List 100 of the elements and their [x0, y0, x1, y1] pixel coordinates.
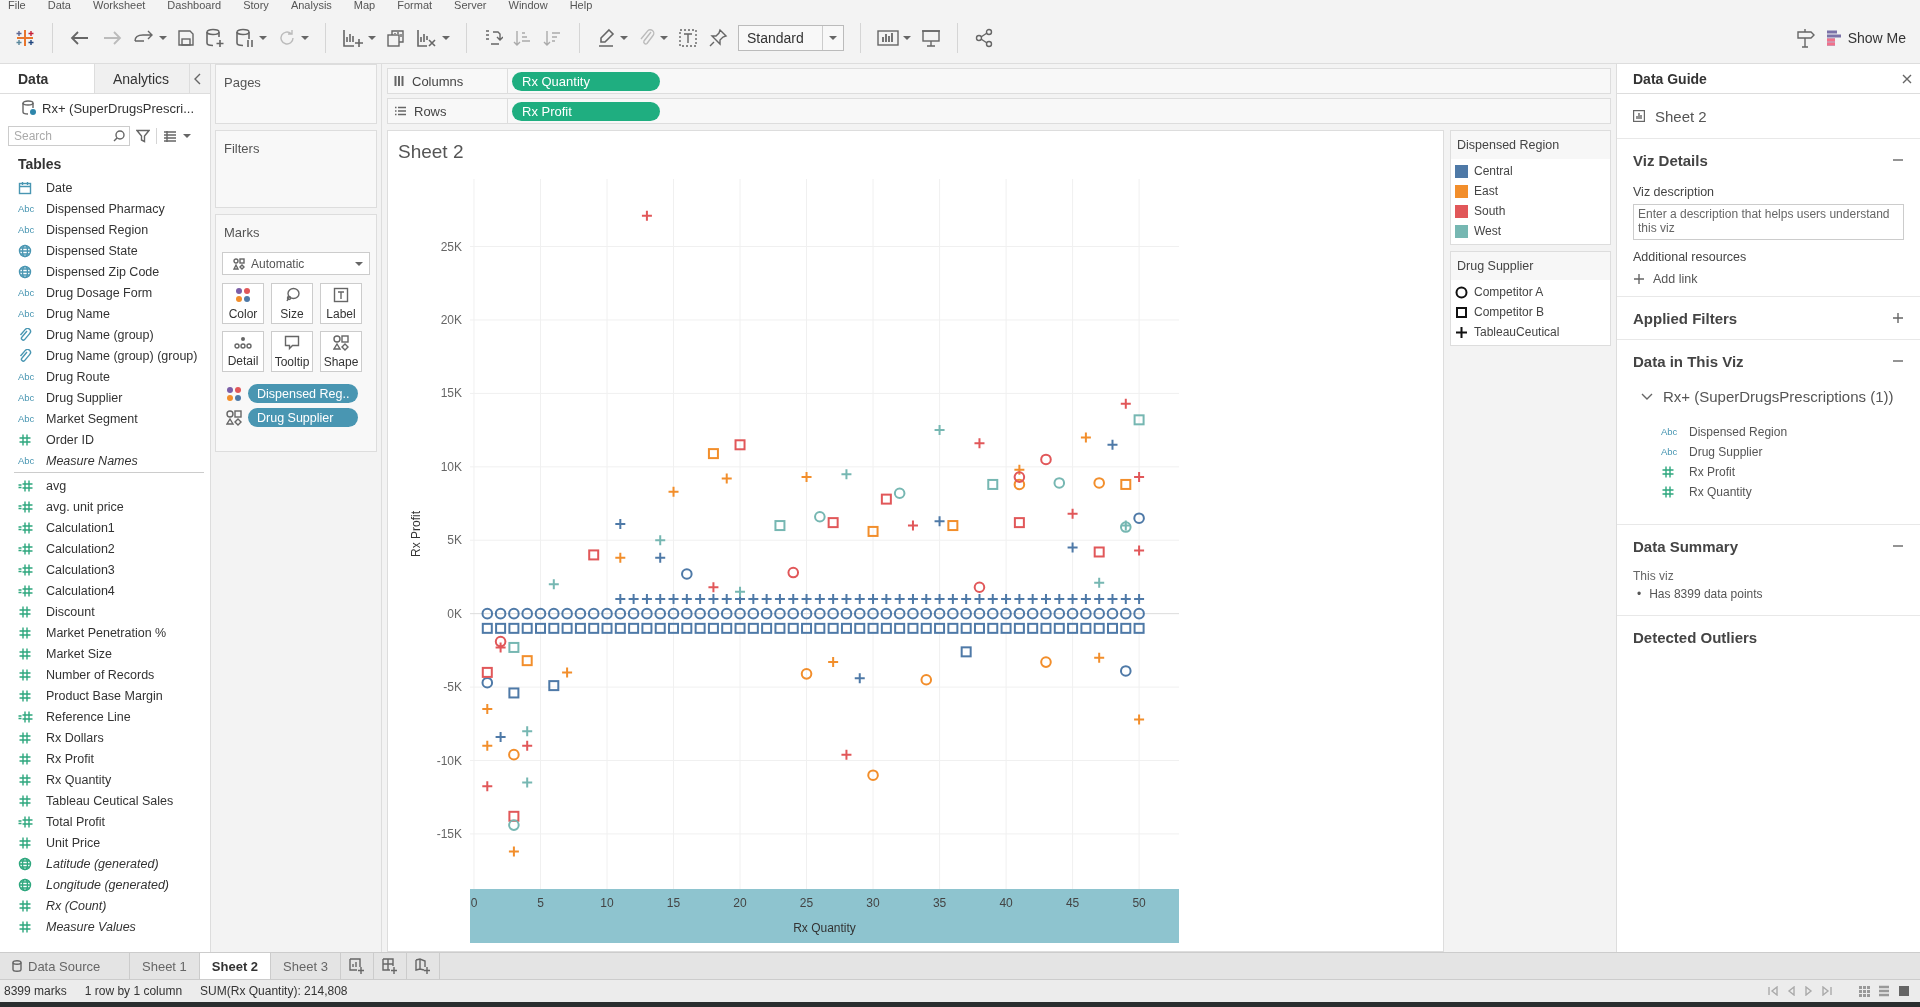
marks-card-button[interactable]: Size — [271, 283, 313, 324]
bullet-mark: • — [1637, 587, 1642, 601]
axis-tick-label: 15 — [666, 896, 681, 910]
marks-card-button[interactable]: Shape — [320, 331, 362, 372]
tree-item[interactable]: Rx Quantity — [1689, 484, 1752, 499]
field-name[interactable]: Drug Route — [46, 369, 110, 384]
menu-item[interactable]: Worksheet — [93, 0, 146, 13]
summary-item: Has 8399 data points — [1649, 587, 1763, 601]
tree-item[interactable]: Rx Profit — [1689, 464, 1735, 479]
field-name[interactable]: Calculation1 — [46, 520, 115, 535]
field-name[interactable]: Discount — [46, 604, 95, 619]
menu-item[interactable]: Map — [353, 0, 376, 13]
field-name[interactable]: Dispensed Zip Code — [46, 264, 160, 279]
field-name[interactable]: Calculation4 — [46, 583, 115, 598]
type-label: Abc — [18, 413, 35, 424]
field-name[interactable]: avg — [46, 478, 67, 493]
field-name[interactable]: Latitude (generated) — [46, 856, 159, 871]
field-name[interactable]: Rx (Count) — [46, 898, 107, 913]
marks-card-button[interactable]: Tooltip — [271, 331, 313, 372]
menu-item[interactable]: Window — [508, 0, 548, 13]
field-name[interactable]: Dispensed Pharmacy — [46, 201, 165, 216]
field-name[interactable]: avg. unit price — [46, 499, 124, 514]
card-title: Filters — [223, 140, 261, 158]
field-name[interactable]: Total Profit — [46, 814, 106, 829]
search-field[interactable]: Search — [8, 126, 130, 146]
legend-title: Dispensed Region — [1451, 131, 1610, 159]
tree-item[interactable]: Drug Supplier — [1689, 444, 1763, 459]
legend-label: TableauCeutical — [1474, 325, 1560, 339]
field-name[interactable]: Drug Dosage Form — [46, 285, 153, 300]
axis-tick-label: 5 — [537, 896, 544, 910]
view-size-select[interactable]: Standard — [738, 25, 844, 51]
axis-tick-label: -15K — [436, 826, 462, 841]
menu-item[interactable]: Dashboard — [167, 0, 222, 13]
shelf-label: Rows — [414, 103, 447, 119]
field-name[interactable]: Drug Name (group) (group) — [46, 348, 198, 363]
add-link-button[interactable]: Add link — [1633, 272, 1698, 286]
section-title: Detected Outliers — [1633, 628, 1758, 646]
section-title: Data Summary — [1633, 537, 1739, 555]
status-text: 1 row by 1 column — [84, 984, 183, 998]
field-name[interactable]: Market Size — [46, 646, 112, 661]
axis-tick-label: 50 — [1132, 896, 1146, 910]
field-name[interactable]: Market Penetration % — [46, 625, 167, 640]
field-name[interactable]: Rx Quantity — [46, 772, 112, 787]
field-name[interactable]: Rx Dollars — [46, 730, 104, 745]
field-name[interactable]: Unit Price — [46, 835, 101, 850]
field-name[interactable]: Reference Line — [46, 709, 131, 724]
description-field[interactable]: Enter a description that helps users understand this viz — [1633, 204, 1904, 240]
menu-item[interactable]: Format — [397, 0, 433, 13]
field-name[interactable]: Number of Records — [46, 667, 155, 682]
marks-card-button[interactable]: Detail — [222, 331, 264, 372]
sheet-name: Sheet 2 — [1655, 107, 1707, 125]
legend-label: West — [1474, 224, 1502, 238]
field-name[interactable]: Calculation2 — [46, 541, 115, 556]
section-heading: Tables — [17, 155, 63, 174]
axis-title: Rx Quantity — [793, 921, 856, 935]
shelf-label: Columns — [412, 73, 464, 89]
axis-tick-label: -10K — [436, 753, 462, 768]
field-name[interactable]: Drug Name (group) — [46, 327, 154, 342]
menu-item[interactable]: Analysis — [290, 0, 332, 13]
show-me-button[interactable]: Show Me — [1825, 30, 1906, 46]
field-name[interactable]: Market Segment — [46, 411, 138, 426]
tree-item[interactable]: Rx+ (SuperDrugsPrescriptions (1)) — [1663, 388, 1894, 405]
menu-item[interactable]: File — [8, 0, 26, 13]
legend-label: Competitor A — [1474, 285, 1544, 299]
mark-type-select[interactable]: Automatic — [222, 252, 370, 275]
field-name[interactable]: Date — [46, 180, 73, 195]
section-title: Applied Filters — [1633, 309, 1738, 327]
axis-tick-label: 15K — [440, 386, 462, 401]
pane-tab[interactable]: Analytics — [95, 64, 190, 93]
menu-item[interactable]: Help — [569, 0, 593, 13]
axis-tick-label: 35 — [932, 896, 947, 910]
field-name[interactable]: Measure Values — [46, 919, 136, 934]
field-name[interactable]: Drug Name — [46, 306, 110, 321]
field-name[interactable]: Tableau Ceutical Sales — [46, 793, 174, 808]
legend-label: Competitor B — [1474, 305, 1545, 319]
axis-tick-label: 20K — [440, 312, 462, 327]
menu-item[interactable]: Server — [454, 0, 487, 13]
field-name[interactable]: Drug Supplier — [46, 390, 123, 405]
axis-tick-label: 10K — [440, 459, 462, 474]
sheet-tab[interactable]: Sheet 2 — [199, 953, 272, 979]
panel-title: Data Guide — [1633, 70, 1707, 87]
field-name[interactable]: Rx Profit — [46, 751, 94, 766]
field-name[interactable]: Dispensed State — [46, 243, 138, 258]
axis-tick-label: 5K — [447, 533, 462, 548]
legend-label: Central — [1474, 164, 1513, 178]
field-name[interactable]: Calculation3 — [46, 562, 115, 577]
field-name[interactable]: Product Base Margin — [46, 688, 163, 703]
field-label: Additional resources — [1633, 250, 1748, 264]
menu-item[interactable]: Story — [243, 0, 269, 13]
tree-item[interactable]: Dispensed Region — [1689, 424, 1788, 439]
marks-card-button[interactable]: Label — [320, 283, 362, 324]
field-name[interactable]: Measure Names — [46, 453, 138, 468]
section-title: Data in This Viz — [1633, 352, 1744, 370]
field-name[interactable]: Longitude (generated) — [46, 877, 169, 892]
datasource-name[interactable]: Rx+ (SuperDrugsPrescri... — [42, 100, 195, 116]
marks-card-button[interactable]: Color — [222, 283, 264, 324]
type-label: Abc — [18, 392, 35, 403]
field-name[interactable]: Dispensed Region — [46, 222, 149, 237]
field-name[interactable]: Order ID — [46, 432, 94, 447]
menu-item[interactable]: Data — [47, 0, 71, 13]
